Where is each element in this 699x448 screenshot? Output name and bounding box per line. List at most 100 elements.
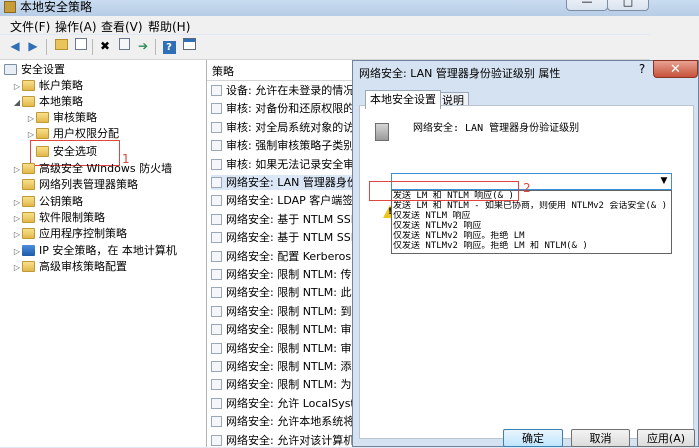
policy-row[interactable]: 审核: 如果无法记录安全审核 <box>211 157 357 172</box>
tree-item-label: 网络列表管理器策略 <box>39 178 138 191</box>
help-icon[interactable]: ? <box>160 38 178 54</box>
tree-root-label: 安全设置 <box>21 63 65 76</box>
folder-icon <box>36 128 49 139</box>
policy-row[interactable]: 网络安全: 限制 NTLM: 审核 <box>211 341 357 356</box>
tree-item-local-policy[interactable]: ◢ 本地策略 <box>12 94 83 110</box>
policy-row-label: 网络安全: 允许 LocalSystem <box>226 396 357 410</box>
tree-item-public-key[interactable]: ▷ 公钥策略 <box>12 194 83 210</box>
policy-row[interactable]: 网络安全: 允许 LocalSystem <box>211 396 357 411</box>
dropdown-option[interactable]: 仅发送 NTLMv2 响应。拒绝 LM <box>393 231 670 241</box>
tree-item-firewall[interactable]: ▷ 高级安全 Windows 防火墙 <box>12 161 172 177</box>
policy-icon <box>375 123 389 141</box>
tree-item-audit-policy[interactable]: ▷ 审核策略 <box>26 110 97 126</box>
policy-row-label: 设备: 允许在未登录的情况下 <box>226 84 357 97</box>
policy-row[interactable]: 网络安全: 限制 NTLM: 为 N <box>211 377 357 392</box>
policy-row[interactable]: 网络安全: 限制 NTLM: 传入 <box>211 267 357 282</box>
properties-icon[interactable] <box>115 38 133 54</box>
tree-item-account-policy[interactable]: ▷ 帐户策略 <box>12 78 83 94</box>
tree-item-security-options[interactable]: 安全选项 <box>36 144 97 160</box>
policy-row[interactable]: 网络安全: 允许对该计算机的 <box>211 433 357 448</box>
policy-row[interactable]: 网络安全: 限制 NTLM: 此域 <box>211 285 357 300</box>
policy-row[interactable]: 网络安全: 限制 NTLM: 添加 <box>211 359 357 374</box>
folder-icon <box>22 228 35 239</box>
expand-arrow-icon[interactable]: ▷ <box>12 195 22 211</box>
console-icon[interactable] <box>180 38 198 54</box>
policy-row[interactable]: 网络安全: 允许本地系统将计 <box>211 414 357 429</box>
list-header[interactable]: 策略 <box>207 60 357 81</box>
expand-arrow-icon[interactable]: ▷ <box>12 227 22 243</box>
policy-row-label: 审核: 对全局系统对象的访问 <box>226 120 357 134</box>
ok-button[interactable]: 确定 <box>503 429 563 447</box>
maximize-button[interactable]: □ <box>607 0 649 11</box>
folder-icon <box>36 146 49 157</box>
policy-row-label: 审核: 强制审核策略子类别设 <box>226 139 357 153</box>
tree-item-app-control[interactable]: ▷ 应用程序控制策略 <box>12 226 127 242</box>
up-folder-icon[interactable] <box>52 38 70 54</box>
policy-row[interactable]: 审核: 对全局系统对象的访问 <box>211 120 357 135</box>
minimize-button[interactable]: — <box>566 0 608 11</box>
policy-row[interactable]: 网络安全: 基于 NTLM SSP 的 <box>211 230 357 245</box>
dialog-close-button[interactable]: ✕ <box>653 60 698 78</box>
dropdown-option[interactable]: 仅发送 NTLMv2 响应。拒绝 LM 和 NTLM(& ) <box>393 241 670 251</box>
expand-arrow-icon[interactable]: ▷ <box>12 211 22 227</box>
policy-row[interactable]: 网络安全: LDAP 客户端签名 <box>211 193 357 208</box>
column-header-policy[interactable]: 策略 <box>212 63 234 79</box>
apply-button[interactable]: 应用(A) <box>637 429 695 447</box>
delete-icon[interactable]: ✖ <box>96 38 114 54</box>
back-icon[interactable]: ◀ <box>6 38 24 54</box>
policy-row[interactable]: 网络安全: 基于 NTLM SSP 的 <box>211 212 357 227</box>
dialog-title: 网络安全: LAN 管理器身份验证级别 属性 <box>359 67 561 80</box>
menu-view[interactable]: 查看(V) <box>101 18 143 35</box>
policy-row-label: 网络安全: 允许对该计算机的 <box>226 433 357 447</box>
policy-row[interactable]: 网络安全: LAN 管理器身份验 <box>211 175 357 190</box>
policy-icon <box>211 177 222 188</box>
policy-row[interactable]: 设备: 允许在未登录的情况下 <box>211 83 357 98</box>
tree-item-label: 安全选项 <box>53 145 97 158</box>
policy-row[interactable]: 审核: 强制审核策略子类别设 <box>211 138 357 153</box>
tree-item-ip-security[interactable]: ▷ IP 安全策略，在 本地计算机 <box>12 243 177 259</box>
policy-row[interactable]: 网络安全: 限制 NTLM: 审核 <box>211 322 357 337</box>
cancel-button[interactable]: 取消 <box>571 429 630 447</box>
expand-arrow-icon[interactable]: ▷ <box>12 79 22 95</box>
tree-item-software-restriction[interactable]: ▷ 软件限制策略 <box>12 210 105 226</box>
dropdown-option[interactable]: 仅发送 NTLMv2 响应 <box>393 221 670 231</box>
tree-item-advanced-audit[interactable]: ▷ 高级审核策略配置 <box>12 259 127 275</box>
chevron-down-icon[interactable]: ▼ <box>657 175 671 188</box>
app-icon <box>4 1 16 13</box>
export-icon[interactable]: ➔ <box>134 38 152 54</box>
policy-icon <box>211 250 222 262</box>
tab-local-security-setting[interactable]: 本地安全设置 <box>365 90 441 109</box>
menu-help[interactable]: 帮助(H) <box>148 18 190 35</box>
policy-row[interactable]: 审核: 对备份和还原权限的使 <box>211 101 357 116</box>
policy-row[interactable]: 网络安全: 配置 Kerberos 允 <box>211 249 357 264</box>
policy-row[interactable]: 网络安全: 限制 NTLM: 到远程 <box>211 304 357 319</box>
tree-item-label: 本地策略 <box>39 95 83 108</box>
tree-root[interactable]: 安全设置 <box>4 62 65 78</box>
forward-icon[interactable]: ▶ <box>24 38 42 54</box>
toolbar-separator <box>92 39 93 55</box>
show-tree-icon[interactable] <box>72 38 90 54</box>
policy-icon <box>211 416 222 428</box>
folder-icon <box>22 212 35 223</box>
expand-arrow-icon[interactable]: ▷ <box>26 111 36 127</box>
dialog-help-button[interactable]: ? <box>631 61 653 77</box>
tree-item-label: 审核策略 <box>53 111 97 124</box>
tree-item-label: 帐户策略 <box>39 79 83 92</box>
menu-action[interactable]: 操作(A) <box>55 18 97 35</box>
policy-icon <box>211 379 222 391</box>
folder-icon <box>22 163 35 174</box>
policy-row-label: 网络安全: 允许本地系统将计 <box>226 415 357 429</box>
toolbar-separator <box>46 39 47 55</box>
expand-arrow-icon[interactable]: ▷ <box>12 162 22 178</box>
policy-row-label: 网络安全: 限制 NTLM: 添加 <box>226 360 357 373</box>
collapse-arrow-icon[interactable]: ◢ <box>12 95 22 111</box>
menu-file[interactable]: 文件(F) <box>10 18 50 35</box>
dropdown-option[interactable]: 仅发送 NTLM 响应 <box>393 211 670 221</box>
tree-item-network-list[interactable]: 网络列表管理器策略 <box>22 177 138 193</box>
expand-arrow-icon[interactable]: ▷ <box>12 260 22 276</box>
dropdown-option[interactable]: 发送 LM 和 NTLM - 如果已协商，则使用 NTLMv2 会话安全(& ) <box>393 201 670 211</box>
tree-item-label: IP 安全策略，在 本地计算机 <box>39 244 177 257</box>
folder-icon <box>22 96 35 107</box>
policy-icon <box>211 342 222 354</box>
expand-arrow-icon[interactable]: ▷ <box>12 244 22 260</box>
